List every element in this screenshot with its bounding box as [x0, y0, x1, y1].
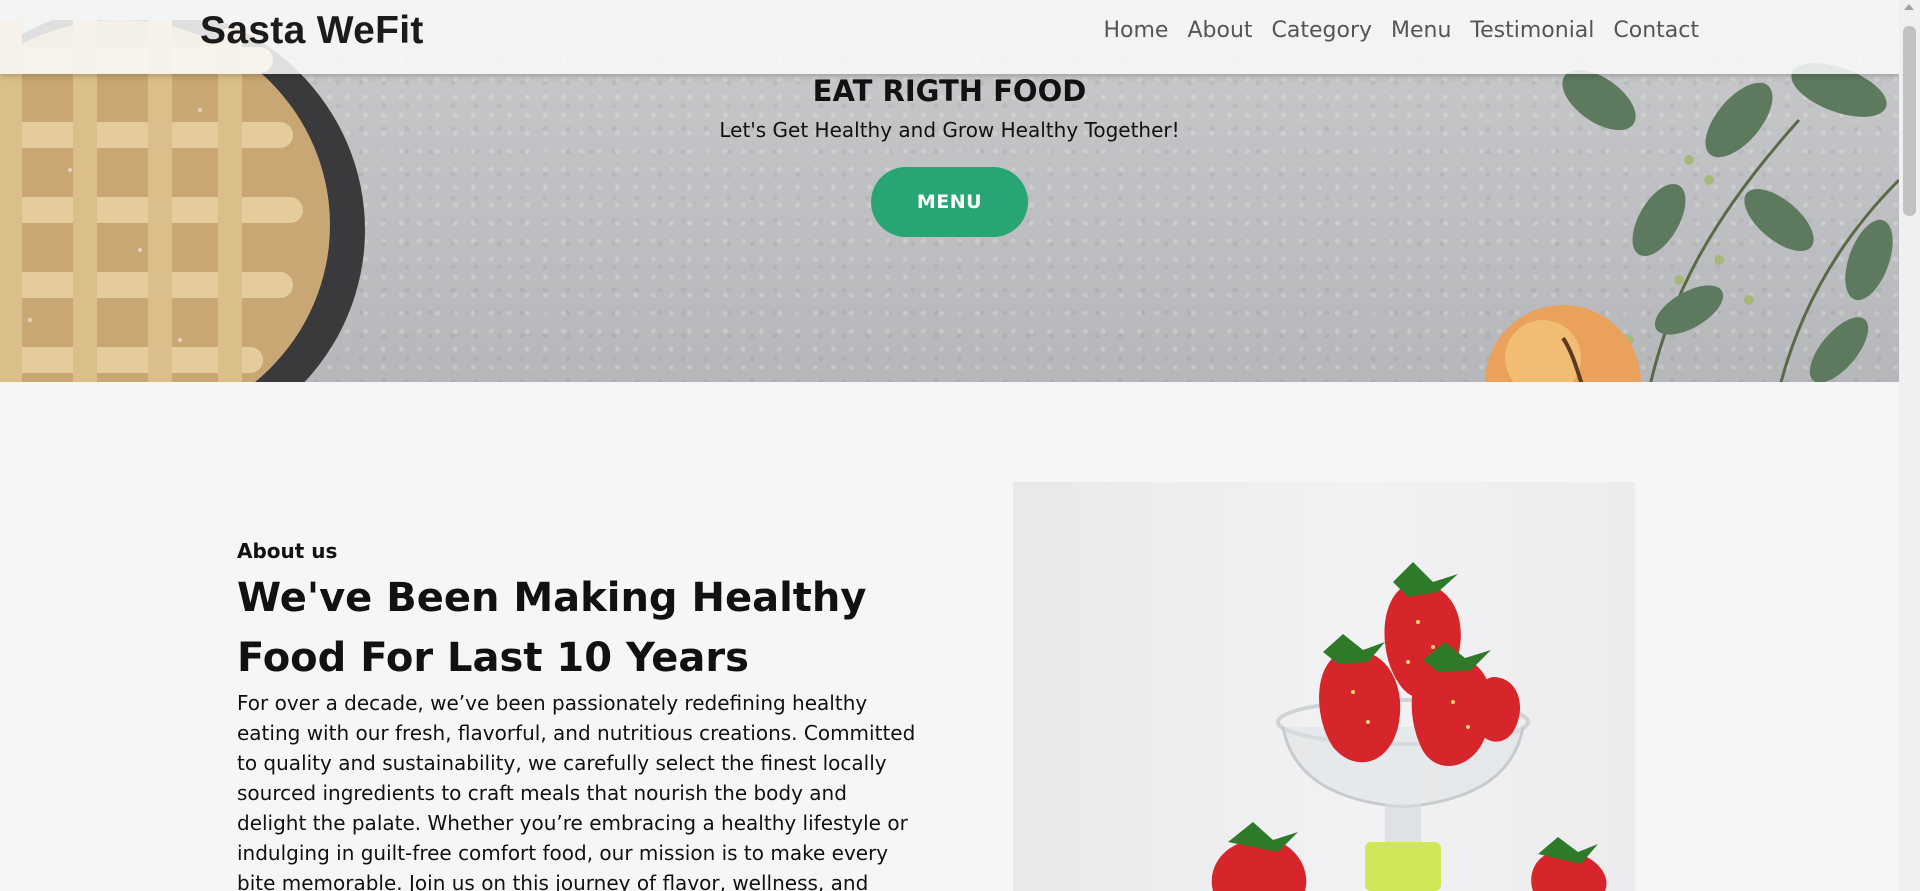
main-nav: Home About Category Menu Testimonial Con… [1104, 18, 1700, 43]
brand-logo[interactable]: Sasta WeFit [200, 9, 424, 53]
nav-link-home[interactable]: Home [1104, 18, 1169, 43]
nav-link-contact[interactable]: Contact [1613, 18, 1699, 43]
nav-link-testimonial[interactable]: Testimonial [1470, 18, 1594, 43]
apple-image [1485, 305, 1641, 382]
about-title: We've Been Making Healthy Food For Last … [237, 575, 867, 681]
hero-subtitle: Let's Get Healthy and Grow Healthy Toget… [719, 118, 1180, 142]
hero-section: Sasta WeFit Home About Category Menu Tes… [0, 0, 1899, 382]
strawberries-illustration [1211, 562, 1607, 891]
menu-button[interactable]: MENU [871, 167, 1028, 237]
navbar: Sasta WeFit Home About Category Menu Tes… [0, 0, 1899, 74]
hero-title: EAT RIGTH FOOD [812, 74, 1087, 108]
about-label: About us [237, 539, 338, 563]
nav-link-about[interactable]: About [1187, 18, 1252, 43]
scrollbar-thumb[interactable] [1903, 26, 1916, 216]
strawberries-image [1013, 482, 1635, 891]
nav-link-menu[interactable]: Menu [1391, 18, 1451, 43]
nav-link-category[interactable]: Category [1272, 18, 1373, 43]
about-text: For over a decade, we’ve been passionate… [237, 691, 916, 891]
page-scrollbar[interactable] [1899, 0, 1920, 891]
scroll-up-arrow-icon[interactable] [1904, 4, 1914, 10]
